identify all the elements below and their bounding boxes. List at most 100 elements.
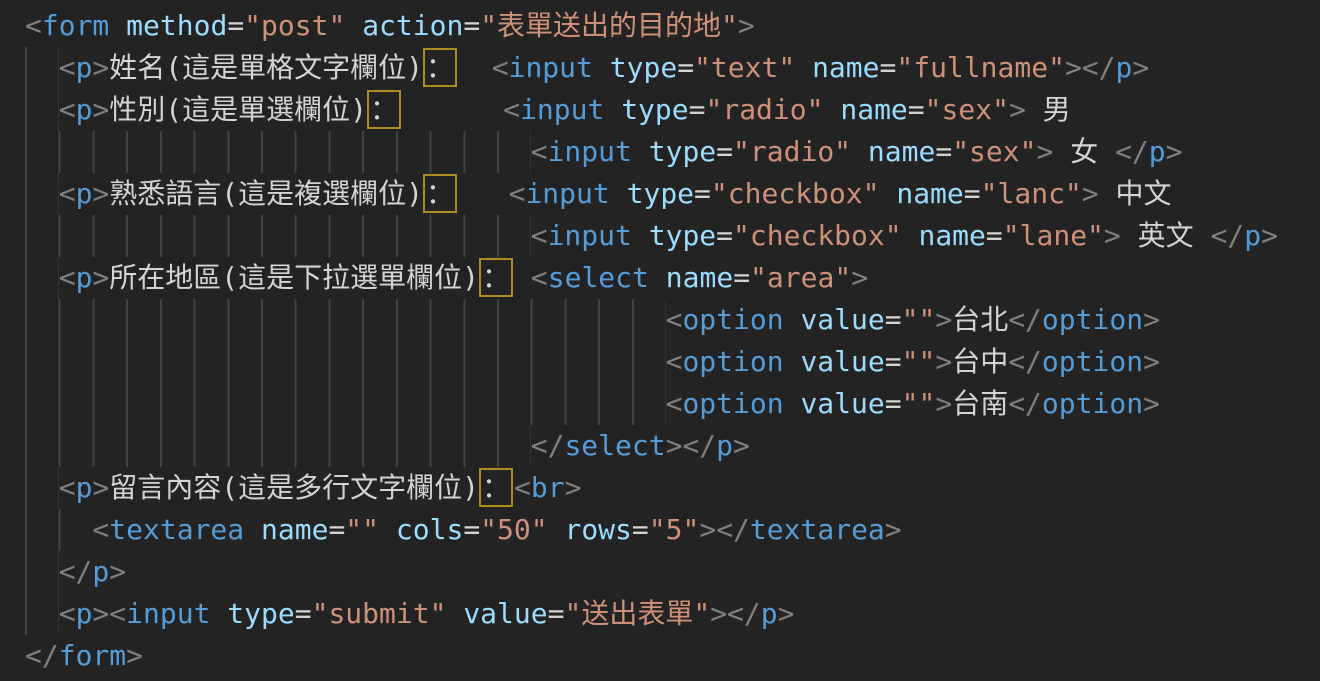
tag-punctuation: >	[851, 261, 868, 294]
tag-name: option	[682, 345, 783, 378]
attribute-value-string: ""	[902, 303, 936, 336]
tag-punctuation: <	[109, 597, 126, 630]
equals-sign: =	[964, 177, 981, 210]
attribute-name: name	[261, 513, 328, 546]
plain-text: 姓名(這是單格文字欄位)	[109, 51, 423, 84]
tag-name: select	[548, 261, 649, 294]
attribute-name: type	[227, 597, 294, 630]
code-line: <p>所在地區(這是下拉選單欄位)： <select name="area">	[25, 257, 1320, 299]
tag-name: p	[76, 261, 93, 294]
tag-punctuation: <	[59, 177, 76, 210]
attribute-value-string: "5"	[649, 513, 700, 546]
tag-punctuation: >	[699, 513, 716, 546]
equals-sign: =	[295, 597, 312, 630]
code-line: </form>	[25, 635, 1320, 677]
whitespace	[514, 261, 531, 294]
equals-sign: =	[716, 219, 733, 252]
tag-name: p	[76, 597, 93, 630]
indent-guides	[25, 425, 531, 467]
tag-punctuation: >	[738, 9, 755, 42]
tag-punctuation: </	[1211, 219, 1245, 252]
tag-name: p	[76, 93, 93, 126]
plain-text: 熟悉語言(這是複選欄位)	[109, 177, 423, 210]
code-line: <p>姓名(這是單格文字欄位)： <input type="text" name…	[25, 47, 1320, 89]
tag-punctuation: >	[710, 597, 727, 630]
indent-guides	[25, 89, 59, 131]
tag-name: option	[682, 303, 783, 336]
attribute-value-string: "sex"	[952, 135, 1036, 168]
code-line: </p>	[25, 551, 1320, 593]
whitespace	[851, 135, 868, 168]
equals-sign: =	[328, 513, 345, 546]
tag-punctuation: >	[1132, 51, 1149, 84]
tag-punctuation: </	[1008, 303, 1042, 336]
tag-punctuation: </	[1008, 345, 1042, 378]
attribute-name: method	[126, 9, 227, 42]
tag-punctuation: >	[1143, 303, 1160, 336]
attribute-name: value	[800, 303, 884, 336]
indent-guides	[25, 257, 59, 299]
tag-punctuation: >	[1009, 93, 1026, 126]
whitespace	[784, 303, 801, 336]
attribute-value-string: "post"	[244, 9, 345, 42]
indent-guides	[25, 593, 59, 635]
equals-sign: =	[227, 9, 244, 42]
whitespace	[610, 177, 627, 210]
tag-name: option	[1042, 387, 1143, 420]
equals-sign: =	[880, 51, 897, 84]
tag-punctuation: >	[1143, 387, 1160, 420]
code-line: <p>熟悉語言(這是複選欄位)： <input type="checkbox" …	[25, 173, 1320, 215]
plain-text: 留言內容(這是多行文字欄位)	[109, 471, 479, 504]
code-line: </select></p>	[25, 425, 1320, 467]
tag-punctuation: <	[666, 345, 683, 378]
indent-guides	[25, 467, 59, 509]
equals-sign: =	[935, 135, 952, 168]
whitespace	[879, 177, 896, 210]
attribute-name: name	[868, 135, 935, 168]
attribute-value-string: ""	[902, 387, 936, 420]
unicode-highlight-colon: ：	[426, 177, 454, 210]
whitespace	[210, 597, 227, 630]
code-editor[interactable]: <form method="post" action="表單送出的目的地"><p…	[0, 0, 1320, 681]
equals-sign: =	[716, 135, 733, 168]
tag-punctuation: >	[92, 93, 109, 126]
attribute-value-string: ""	[902, 345, 936, 378]
equals-sign: =	[986, 219, 1003, 252]
equals-sign: =	[463, 513, 480, 546]
plain-text: 台中	[952, 345, 1008, 378]
plain-text: 性別(這是單選欄位)	[109, 93, 367, 126]
tag-name: textarea	[109, 513, 244, 546]
equals-sign: =	[885, 345, 902, 378]
attribute-value-string: "radio"	[705, 93, 823, 126]
tag-punctuation: >	[935, 387, 952, 420]
tag-punctuation: <	[531, 261, 548, 294]
tag-punctuation: >	[666, 429, 683, 462]
tag-name: input	[548, 219, 632, 252]
code-line: <form method="post" action="表單送出的目的地">	[25, 5, 1320, 47]
code-line: <option value="">台中</option>	[25, 341, 1320, 383]
tag-punctuation: >	[109, 555, 126, 588]
tag-name: input	[548, 135, 632, 168]
whitespace	[446, 597, 463, 630]
tag-punctuation: >	[92, 261, 109, 294]
tag-name: select	[564, 429, 665, 462]
tag-punctuation: <	[531, 135, 548, 168]
tag-punctuation: >	[778, 597, 795, 630]
tag-name: p	[76, 51, 93, 84]
indent-guides	[25, 341, 666, 383]
whitespace	[902, 219, 919, 252]
whitespace	[244, 513, 261, 546]
code-line: <input type="checkbox" name="lane"> 英文 <…	[25, 215, 1320, 257]
tag-punctuation: >	[1037, 135, 1054, 168]
code-line: <p>留言內容(這是多行文字欄位)：<br>	[25, 467, 1320, 509]
code-line: <input type="radio" name="sex"> 女 </p>	[25, 131, 1320, 173]
tag-punctuation: </	[1008, 387, 1042, 420]
tag-punctuation: >	[935, 303, 952, 336]
tag-punctuation: </	[682, 429, 716, 462]
tag-punctuation: <	[59, 597, 76, 630]
tag-name: textarea	[750, 513, 885, 546]
tag-punctuation: <	[514, 471, 531, 504]
attribute-name: type	[621, 93, 688, 126]
attribute-name: action	[362, 9, 463, 42]
tag-name: option	[1042, 345, 1143, 378]
